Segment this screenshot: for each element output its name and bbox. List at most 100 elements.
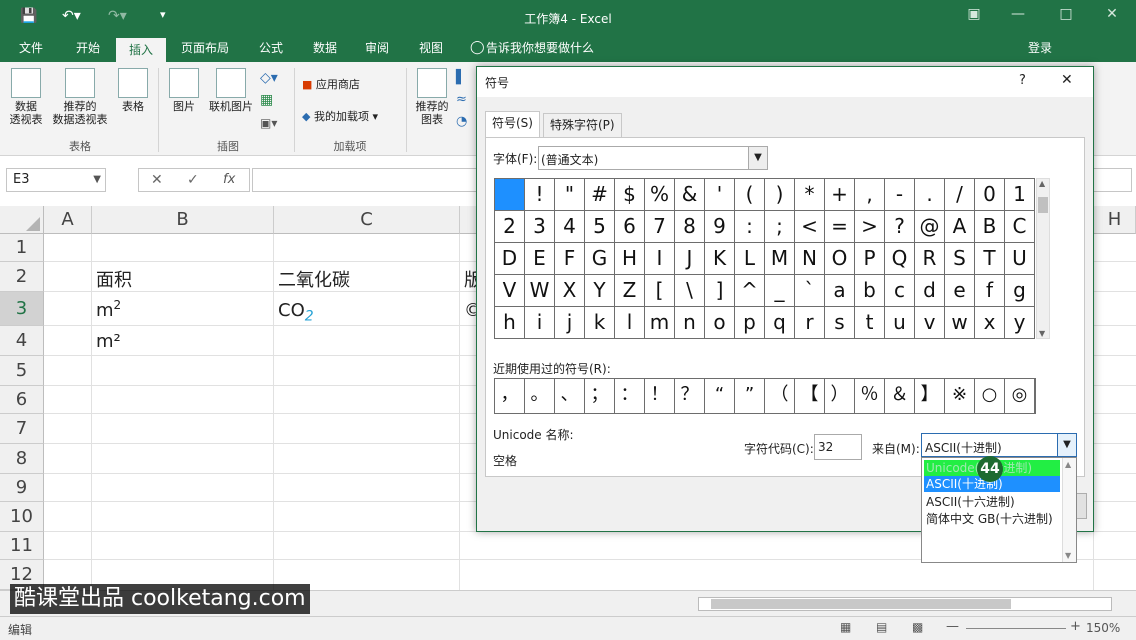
recent-symbol-cell[interactable]: ”: [735, 379, 765, 413]
symbol-cell[interactable]: F: [555, 243, 585, 275]
symbol-cell[interactable]: (: [735, 179, 765, 211]
zoom-out-icon[interactable]: —: [946, 619, 959, 634]
row-header-1[interactable]: 1: [0, 234, 44, 262]
symbol-cell[interactable]: S: [945, 243, 975, 275]
symbol-cell[interactable]: f: [975, 275, 1005, 307]
symbol-cell[interactable]: J: [675, 243, 705, 275]
recent-symbol-cell[interactable]: 、: [555, 379, 585, 413]
symbol-cell[interactable]: B: [975, 211, 1005, 243]
symbol-cell[interactable]: C: [1005, 211, 1035, 243]
pie-chart-icon[interactable]: ◔: [456, 114, 467, 129]
symbol-cell[interactable]: H: [615, 243, 645, 275]
tab-page-layout[interactable]: 页面布局: [172, 36, 238, 62]
row-header-7[interactable]: 7: [0, 414, 44, 444]
recent-symbol-cell[interactable]: 【: [795, 379, 825, 413]
symbol-cell[interactable]: ?: [885, 211, 915, 243]
symbol-cell[interactable]: s: [825, 307, 855, 339]
symbol-cell[interactable]: 1: [1005, 179, 1035, 211]
symbol-cell[interactable]: A: [945, 211, 975, 243]
recent-symbol-cell[interactable]: （: [765, 379, 795, 413]
symbol-cell[interactable]: M: [765, 243, 795, 275]
symbol-cell[interactable]: ': [705, 179, 735, 211]
scroll-up-icon[interactable]: ▲: [1065, 460, 1071, 469]
page-break-view-icon[interactable]: ▩: [912, 620, 923, 634]
symbol-cell[interactable]: Q: [885, 243, 915, 275]
symbol-cell[interactable]: ,: [855, 179, 885, 211]
symbol-cell[interactable]: c: [885, 275, 915, 307]
save-icon[interactable]: 💾: [20, 8, 37, 24]
maximize-icon[interactable]: □: [1046, 6, 1086, 22]
login-link[interactable]: 登录: [1020, 36, 1060, 62]
cell-b4[interactable]: m²: [96, 331, 121, 352]
row-header-8[interactable]: 8: [0, 444, 44, 474]
dropdown-scrollbar[interactable]: ▲ ▼: [1062, 458, 1076, 562]
scrollbar-thumb[interactable]: [1038, 197, 1048, 213]
recent-symbol-cell[interactable]: “: [705, 379, 735, 413]
symbol-cell[interactable]: o: [705, 307, 735, 339]
column-header-h[interactable]: H: [1094, 206, 1136, 234]
recent-symbol-cell[interactable]: ＆: [885, 379, 915, 413]
symbol-cell[interactable]: U: [1005, 243, 1035, 275]
symbol-cell[interactable]: P: [855, 243, 885, 275]
recent-symbol-cell[interactable]: ？: [675, 379, 705, 413]
symbol-cell[interactable]: !: [525, 179, 555, 211]
char-code-input[interactable]: 32: [814, 434, 862, 460]
symbol-cell[interactable]: ^: [735, 275, 765, 307]
select-all-corner[interactable]: [0, 206, 44, 234]
cell-c2[interactable]: 二氧化碳: [278, 266, 350, 292]
symbol-cell[interactable]: i: [525, 307, 555, 339]
zoom-in-icon[interactable]: +: [1070, 619, 1081, 634]
symbol-cell[interactable]: 8: [675, 211, 705, 243]
symbol-cell[interactable]: >: [855, 211, 885, 243]
tab-review[interactable]: 审阅: [354, 36, 400, 62]
symbol-cell[interactable]: x: [975, 307, 1005, 339]
symbol-cell[interactable]: &: [675, 179, 705, 211]
recommended-pivot-button[interactable]: 推荐的 数据透视表: [48, 68, 112, 126]
symbol-cell[interactable]: #: [585, 179, 615, 211]
symbol-cell[interactable]: T: [975, 243, 1005, 275]
symbol-cell[interactable]: t: [855, 307, 885, 339]
symbol-cell[interactable]: G: [585, 243, 615, 275]
row-header-6[interactable]: 6: [0, 386, 44, 414]
redo-icon[interactable]: ↷▾: [108, 8, 127, 24]
recent-symbol-cell[interactable]: ：: [615, 379, 645, 413]
page-layout-view-icon[interactable]: ▤: [876, 620, 887, 634]
symbol-cell[interactable]: [495, 179, 525, 211]
symbol-cell[interactable]: 2: [495, 211, 525, 243]
tell-me-search[interactable]: 告诉我你想要做什么: [486, 36, 606, 62]
symbol-cell[interactable]: .: [915, 179, 945, 211]
symbol-cell[interactable]: L: [735, 243, 765, 275]
recent-symbol-cell[interactable]: ）: [825, 379, 855, 413]
symbol-cell[interactable]: %: [645, 179, 675, 211]
cell-c3[interactable]: CO2: [278, 300, 314, 325]
symbol-cell[interactable]: +: [825, 179, 855, 211]
row-header-2[interactable]: 2: [0, 262, 44, 292]
symbol-cell[interactable]: W: [525, 275, 555, 307]
symbol-cell[interactable]: ]: [705, 275, 735, 307]
zoom-level[interactable]: 150%: [1086, 621, 1120, 635]
zoom-slider[interactable]: [966, 628, 1066, 629]
enter-icon[interactable]: ✓: [187, 172, 199, 188]
symbol-cell[interactable]: m: [645, 307, 675, 339]
symbol-cell[interactable]: a: [825, 275, 855, 307]
tab-formulas[interactable]: 公式: [248, 36, 294, 62]
recent-symbol-cell[interactable]: ，: [495, 379, 525, 413]
symbol-cell[interactable]: 4: [555, 211, 585, 243]
row-header-9[interactable]: 9: [0, 474, 44, 502]
dialog-close-button[interactable]: ✕: [1061, 72, 1073, 88]
chevron-down-icon[interactable]: ▼: [748, 147, 767, 169]
symbol-cell[interactable]: 5: [585, 211, 615, 243]
name-box[interactable]: E3 ▼: [6, 168, 106, 192]
symbol-cell[interactable]: 6: [615, 211, 645, 243]
symbol-cell[interactable]: \: [675, 275, 705, 307]
symbol-cell[interactable]: ): [765, 179, 795, 211]
symbol-cell[interactable]: h: [495, 307, 525, 339]
symbol-cell[interactable]: :: [735, 211, 765, 243]
symbol-cell[interactable]: Y: [585, 275, 615, 307]
symbol-cell[interactable]: /: [945, 179, 975, 211]
symbol-cell[interactable]: <: [795, 211, 825, 243]
symbol-cell[interactable]: w: [945, 307, 975, 339]
symbol-cell[interactable]: `: [795, 275, 825, 307]
picture-button[interactable]: 图片: [166, 68, 202, 113]
symbol-cell[interactable]: b: [855, 275, 885, 307]
